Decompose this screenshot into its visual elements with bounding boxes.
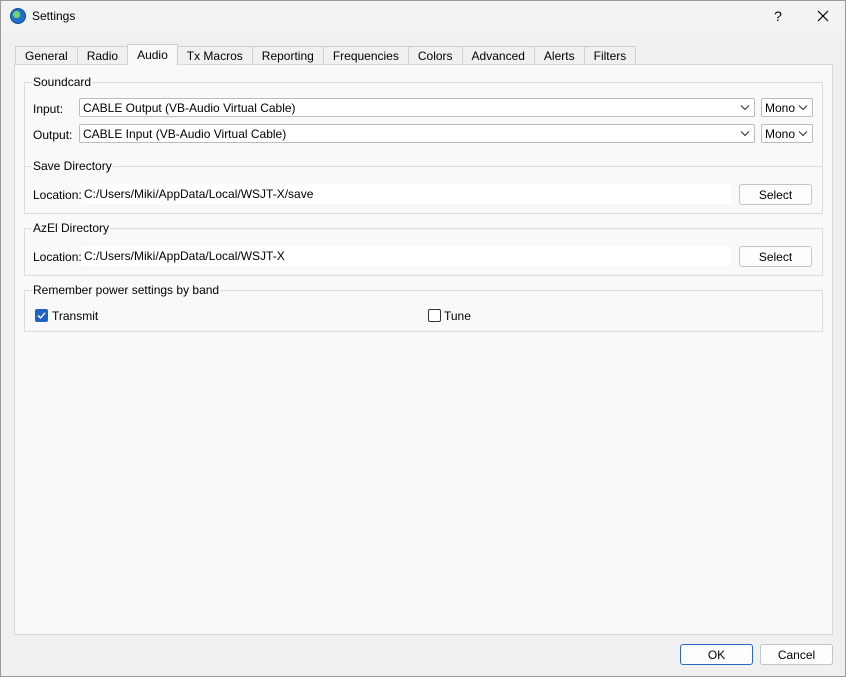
input-channel-select[interactable]: Mono <box>761 98 813 117</box>
input-device-value: CABLE Output (VB-Audio Virtual Cable) <box>83 100 296 115</box>
save-select-button[interactable]: Select <box>739 184 812 205</box>
input-channel-value: Mono <box>765 100 796 115</box>
azel-directory-group: AzEl Directory Location: C:/Users/Miki/A… <box>24 221 823 276</box>
title-bar[interactable]: Settings ? <box>1 1 845 33</box>
save-path-value: C:/Users/Miki/AppData/Local/WSJT-X/save <box>84 187 314 201</box>
close-icon <box>817 10 829 22</box>
help-button[interactable]: ? <box>761 1 795 31</box>
save-directory-title: Save Directory <box>32 159 113 173</box>
chevron-down-icon <box>798 105 808 111</box>
cancel-button[interactable]: Cancel <box>760 644 833 665</box>
soundcard-title: Soundcard <box>32 75 93 89</box>
window-title: Settings <box>32 9 76 23</box>
chevron-down-icon <box>740 131 750 137</box>
close-button[interactable] <box>801 1 845 31</box>
soundcard-group: Soundcard Input: CABLE Output (VB-Audio … <box>24 75 823 168</box>
tab-alerts[interactable]: Alerts <box>533 46 585 65</box>
azel-path-value: C:/Users/Miki/AppData/Local/WSJT-X <box>84 249 285 263</box>
output-channel-select[interactable]: Mono <box>761 124 813 143</box>
chevron-down-icon <box>740 105 750 111</box>
tab-filters[interactable]: Filters <box>583 46 637 65</box>
save-path-field: C:/Users/Miki/AppData/Local/WSJT-X/save <box>81 184 731 204</box>
tab-general[interactable]: General <box>15 46 78 65</box>
checkmark-icon <box>37 312 46 320</box>
tab-colors[interactable]: Colors <box>407 46 463 65</box>
save-directory-group: Save Directory Location: C:/Users/Miki/A… <box>24 159 823 214</box>
azel-select-button[interactable]: Select <box>739 246 812 267</box>
audio-tab-panel: Soundcard Input: CABLE Output (VB-Audio … <box>14 64 833 635</box>
tune-label[interactable]: Tune <box>444 309 471 323</box>
tab-tx-macros[interactable]: Tx Macros <box>176 46 253 65</box>
output-device-value: CABLE Input (VB-Audio Virtual Cable) <box>83 126 287 141</box>
wsjtx-app-icon <box>10 8 26 24</box>
power-settings-group: Remember power settings by band Transmit… <box>24 283 823 332</box>
tab-reporting[interactable]: Reporting <box>251 46 324 65</box>
save-location-label: Location: <box>33 188 82 202</box>
tab-radio[interactable]: Radio <box>76 46 129 65</box>
tab-advanced[interactable]: Advanced <box>461 46 535 65</box>
azel-directory-title: AzEl Directory <box>32 221 111 235</box>
settings-dialog: Settings ? General Radio Audio Tx Macros… <box>0 0 846 677</box>
transmit-checkbox[interactable] <box>35 309 48 322</box>
transmit-label[interactable]: Transmit <box>52 309 98 323</box>
azel-location-label: Location: <box>33 250 82 264</box>
tab-bar: General Radio Audio Tx Macros Reporting … <box>15 44 637 65</box>
ok-button[interactable]: OK <box>680 644 753 665</box>
tab-audio[interactable]: Audio <box>127 44 178 65</box>
output-device-select[interactable]: CABLE Input (VB-Audio Virtual Cable) <box>79 124 755 143</box>
output-label: Output: <box>33 128 73 142</box>
output-channel-value: Mono <box>765 126 796 141</box>
input-device-select[interactable]: CABLE Output (VB-Audio Virtual Cable) <box>79 98 755 117</box>
input-label: Input: <box>33 102 64 116</box>
tab-frequencies[interactable]: Frequencies <box>322 46 409 65</box>
azel-path-field: C:/Users/Miki/AppData/Local/WSJT-X <box>81 246 731 266</box>
power-settings-title: Remember power settings by band <box>32 283 221 297</box>
chevron-down-icon <box>798 131 808 137</box>
tune-checkbox[interactable] <box>428 309 441 322</box>
